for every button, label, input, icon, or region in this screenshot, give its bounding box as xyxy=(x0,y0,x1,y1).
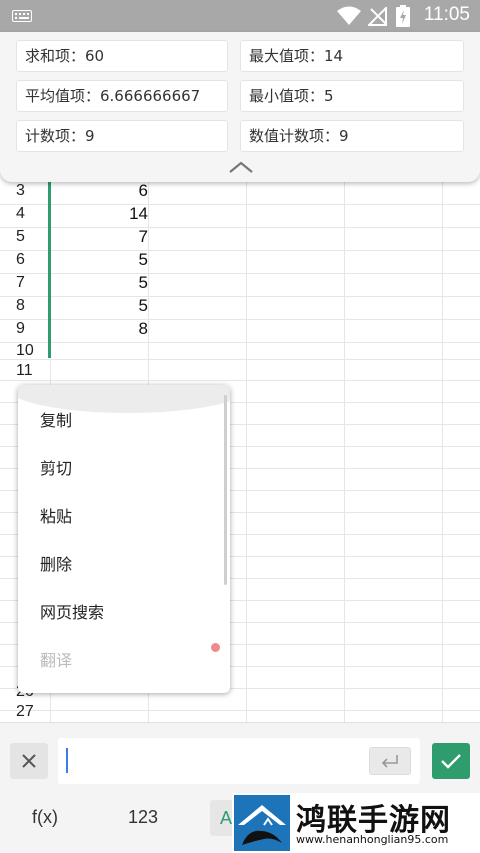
no-signal-icon xyxy=(368,7,387,26)
cell-value[interactable]: 5 xyxy=(139,273,148,293)
stat-max: 最大值项：14 xyxy=(240,40,464,72)
enter-button[interactable] xyxy=(369,747,411,775)
collapse-chevron-icon[interactable] xyxy=(228,160,254,174)
context-menu: 复制 剪切 粘贴 删除 网页搜索 翻译 xyxy=(18,385,230,693)
row-number[interactable]: 5 xyxy=(16,228,50,246)
cell-value[interactable]: 14 xyxy=(129,204,148,224)
row-number[interactable]: 7 xyxy=(16,274,50,292)
cell-value[interactable]: 6 xyxy=(139,182,148,201)
row-number[interactable]: 11 xyxy=(16,362,50,380)
row-number[interactable]: 8 xyxy=(16,297,50,315)
cell-value[interactable]: 5 xyxy=(139,296,148,316)
site-url: www.henanhonglian95.com xyxy=(296,833,449,846)
clock: 11:05 xyxy=(423,4,470,25)
close-icon xyxy=(22,754,36,768)
stat-min: 最小值项：5 xyxy=(240,80,464,112)
cell-input-field[interactable] xyxy=(58,738,420,784)
notification-dot xyxy=(211,643,220,652)
cell-value[interactable]: 5 xyxy=(139,250,148,270)
menu-item-cut[interactable]: 剪切 xyxy=(40,455,72,479)
row-number[interactable]: 27 xyxy=(16,703,50,721)
row-number[interactable]: 10 xyxy=(16,342,50,360)
confirm-button[interactable] xyxy=(432,743,470,779)
keyboard-icon xyxy=(12,10,32,22)
check-icon xyxy=(441,754,461,769)
menu-scrollbar[interactable] xyxy=(224,395,227,585)
tab-function[interactable]: f(x) xyxy=(32,807,58,828)
watermark: 鸿联手游网 www.henanhonglian95.com xyxy=(232,793,480,853)
text-caret xyxy=(66,748,68,773)
menu-item-translate[interactable]: 翻译 xyxy=(40,647,72,671)
row-number[interactable]: 6 xyxy=(16,251,50,269)
menu-item-copy[interactable]: 复制 xyxy=(40,407,72,431)
menu-item-web-search[interactable]: 网页搜索 xyxy=(40,599,104,623)
row-number[interactable]: 3 xyxy=(16,182,50,200)
site-logo-icon xyxy=(234,795,290,851)
menu-item-paste[interactable]: 粘贴 xyxy=(40,503,72,527)
status-bar: 11:05 xyxy=(0,0,480,32)
stat-count: 计数项：9 xyxy=(16,120,228,152)
stat-average: 平均值项：6.666666667 xyxy=(16,80,228,112)
cell-value[interactable]: 8 xyxy=(139,319,148,339)
enter-icon xyxy=(381,755,398,768)
row-number[interactable]: 9 xyxy=(16,320,50,338)
stat-numeric-count: 数值计数项：9 xyxy=(240,120,464,152)
cancel-button[interactable] xyxy=(10,743,48,779)
battery-charging-icon xyxy=(396,5,410,27)
row-number[interactable]: 4 xyxy=(16,205,50,223)
stat-sum: 求和项：60 xyxy=(16,40,228,72)
selection-stats-panel: 求和项：60 最大值项：14 平均值项：6.666666667 最小值项：5 计… xyxy=(0,32,480,182)
wifi-icon xyxy=(337,6,361,25)
cell-value[interactable]: 7 xyxy=(139,227,148,247)
tab-numeric[interactable]: 123 xyxy=(128,807,158,828)
menu-item-delete[interactable]: 删除 xyxy=(40,551,72,575)
